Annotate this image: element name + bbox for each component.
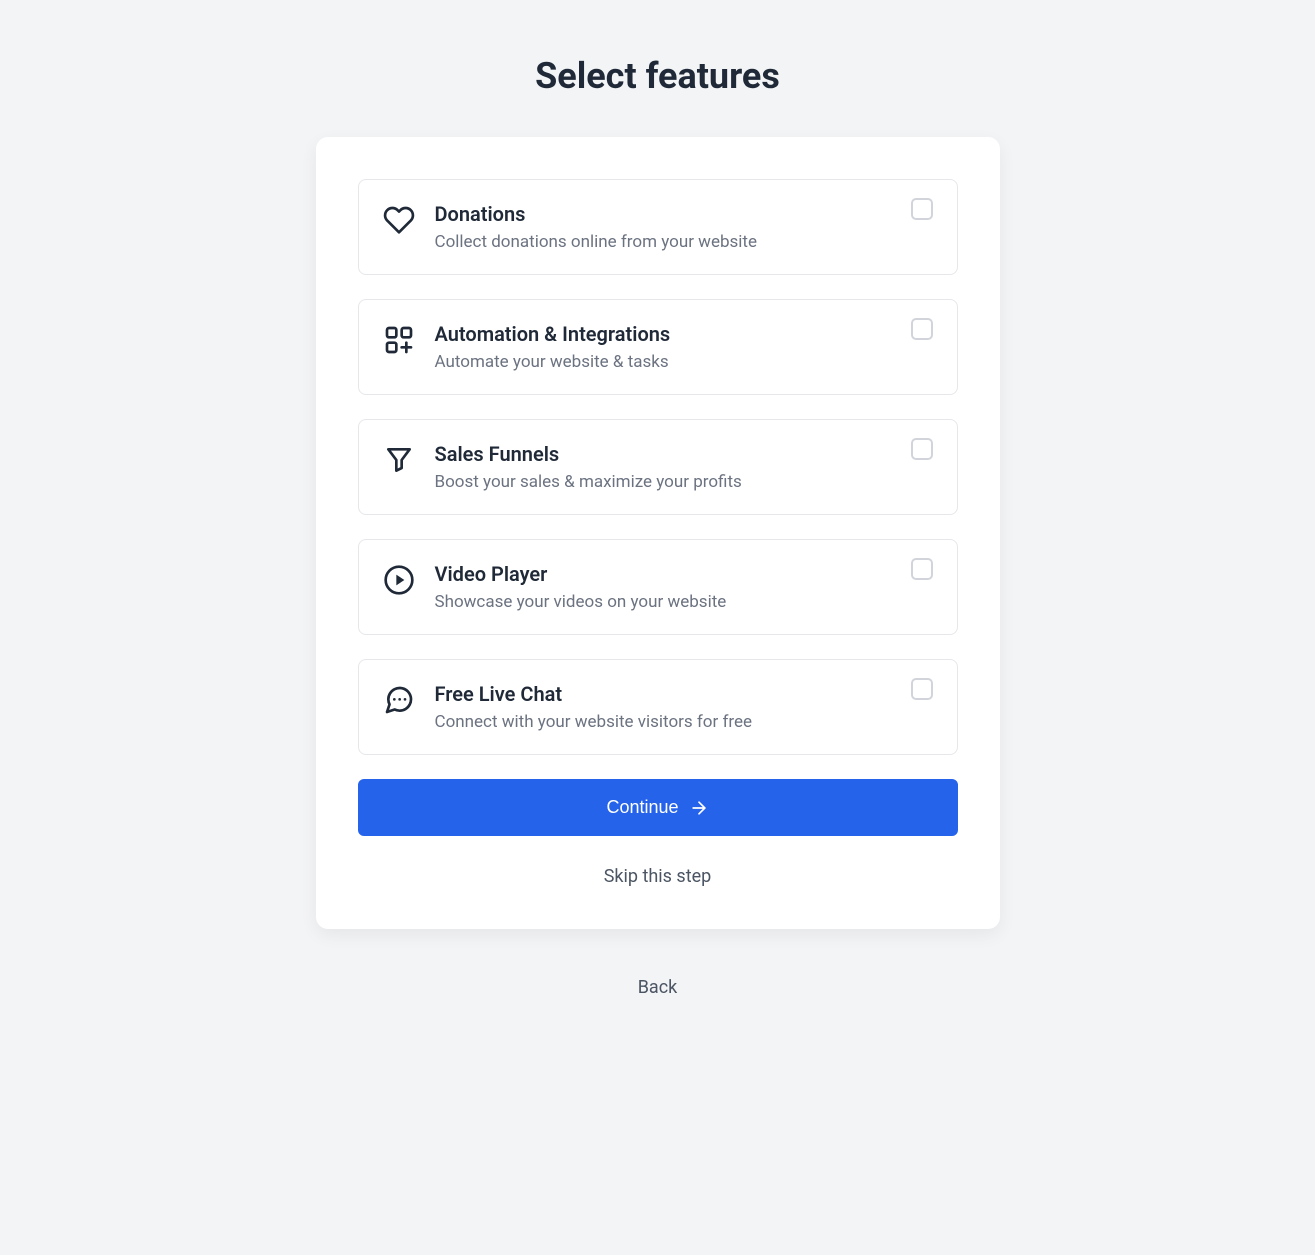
page-title: Select features	[535, 55, 780, 97]
back-link[interactable]: Back	[638, 977, 678, 998]
feature-item-sales-funnels[interactable]: Sales Funnels Boost your sales & maximiz…	[358, 419, 958, 515]
feature-description: Automate your website & tasks	[435, 352, 895, 372]
feature-checkbox[interactable]	[911, 198, 933, 220]
feature-text: Free Live Chat Connect with your website…	[435, 682, 895, 732]
feature-item-automation[interactable]: Automation & Integrations Automate your …	[358, 299, 958, 395]
feature-description: Collect donations online from your websi…	[435, 232, 895, 252]
continue-button[interactable]: Continue	[358, 779, 958, 836]
features-card: Donations Collect donations online from …	[316, 137, 1000, 929]
heart-icon	[383, 204, 415, 236]
feature-title: Automation & Integrations	[435, 322, 895, 346]
feature-item-live-chat[interactable]: Free Live Chat Connect with your website…	[358, 659, 958, 755]
feature-title: Free Live Chat	[435, 682, 895, 706]
feature-description: Connect with your website visitors for f…	[435, 712, 895, 732]
feature-title: Donations	[435, 202, 895, 226]
feature-title: Video Player	[435, 562, 895, 586]
feature-text: Automation & Integrations Automate your …	[435, 322, 895, 372]
feature-title: Sales Funnels	[435, 442, 895, 466]
feature-checkbox[interactable]	[911, 678, 933, 700]
feature-item-donations[interactable]: Donations Collect donations online from …	[358, 179, 958, 275]
feature-text: Donations Collect donations online from …	[435, 202, 895, 252]
feature-checkbox[interactable]	[911, 318, 933, 340]
feature-description: Showcase your videos on your website	[435, 592, 895, 612]
play-icon	[383, 564, 415, 596]
chat-icon	[383, 684, 415, 716]
skip-step-link[interactable]: Skip this step	[358, 866, 958, 887]
feature-item-video-player[interactable]: Video Player Showcase your videos on you…	[358, 539, 958, 635]
feature-checkbox[interactable]	[911, 438, 933, 460]
feature-text: Video Player Showcase your videos on you…	[435, 562, 895, 612]
grid-plus-icon	[383, 324, 415, 356]
feature-description: Boost your sales & maximize your profits	[435, 472, 895, 492]
feature-checkbox[interactable]	[911, 558, 933, 580]
continue-button-label: Continue	[606, 797, 678, 818]
feature-text: Sales Funnels Boost your sales & maximiz…	[435, 442, 895, 492]
funnel-icon	[383, 444, 415, 476]
arrow-right-icon	[689, 798, 709, 818]
